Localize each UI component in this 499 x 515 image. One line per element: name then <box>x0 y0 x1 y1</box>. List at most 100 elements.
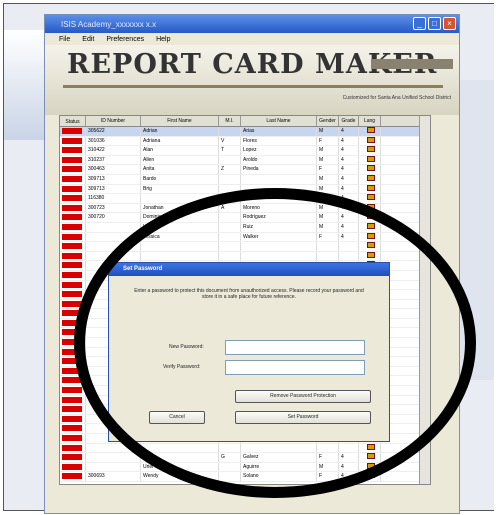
verify-password-input[interactable] <box>225 360 365 375</box>
language-flag-icon <box>366 136 375 143</box>
lang-cell <box>359 232 381 242</box>
mi-cell <box>219 462 241 472</box>
table-row[interactable]: Uriel Aguirre M 4 <box>60 462 430 473</box>
gender-cell: F <box>317 453 339 462</box>
col-id-number[interactable]: ID Number <box>86 116 141 126</box>
first-name-cell: Jessica <box>141 232 219 242</box>
status-cell <box>60 270 86 280</box>
table-row[interactable]: Sofia G Galvez F 4 <box>60 453 430 463</box>
status-flag-icon <box>62 348 82 355</box>
menu-file[interactable]: File <box>59 36 70 43</box>
table-row[interactable]: 300723 Jonathan A Moreno M 4 <box>60 203 430 214</box>
first-name-cell: Dominic <box>141 213 219 222</box>
col-mi[interactable]: M.I. <box>219 116 241 126</box>
lang-cell <box>359 194 381 203</box>
set-password-button[interactable]: Set Password <box>235 411 371 424</box>
status-cell <box>60 194 86 203</box>
table-row[interactable]: Hilaria Ruiz M 4 <box>60 222 430 233</box>
background-window-right <box>454 80 494 380</box>
menu-preferences[interactable]: Preferences <box>106 36 144 43</box>
language-flag-icon <box>366 194 375 201</box>
empty-cell <box>339 251 359 261</box>
table-header: Status ID Number First Name M.I. Last Na… <box>60 116 430 127</box>
status-cell <box>60 434 86 443</box>
language-flag-icon <box>366 174 375 181</box>
mi-cell <box>219 472 241 481</box>
mi-cell: Z <box>219 165 241 174</box>
lang-cell <box>359 203 381 213</box>
table-scrollbar[interactable] <box>419 116 430 484</box>
last-name-cell: Walker <box>241 232 317 242</box>
col-gender[interactable]: Gender <box>317 116 339 126</box>
table-row[interactable]: 309713 Bardo M 4 <box>60 174 430 185</box>
table-row[interactable] <box>60 242 430 252</box>
col-first-name[interactable]: First Name <box>141 116 219 126</box>
table-row[interactable]: 300463 Anita Z Pineda F 4 <box>60 165 430 175</box>
gender-cell: M <box>317 203 339 213</box>
table-row[interactable]: Jessica Walker F 4 <box>60 232 430 243</box>
grade-cell: 4 <box>339 232 359 242</box>
table-row[interactable]: 305622 Adrian Arias M 4 <box>60 127 430 137</box>
col-last-name[interactable]: Last Name <box>241 116 317 126</box>
table-row[interactable]: 300693 Wendy Solano F 4 <box>60 472 430 482</box>
col-lang[interactable]: Lang <box>359 116 381 126</box>
gender-cell: F <box>317 165 339 174</box>
table-row[interactable]: 309713 Brig M 4 <box>60 184 430 195</box>
last-name-cell: Solano <box>241 472 317 481</box>
status-flag-icon <box>62 185 82 192</box>
last-name-cell <box>241 184 317 194</box>
status-flag-icon <box>62 243 82 250</box>
col-status[interactable]: Status <box>60 116 86 126</box>
first-name-cell: Alan <box>141 146 219 155</box>
status-flag-icon <box>62 291 82 298</box>
language-flag-icon <box>366 453 375 460</box>
status-cell <box>60 184 86 194</box>
menu-help[interactable]: Help <box>156 36 170 43</box>
last-name-cell: Pineda <box>241 165 317 174</box>
table-row[interactable]: 116380 Silva M 4 <box>60 194 430 204</box>
table-row[interactable]: 300720 Dominic Rodriguez M 4 <box>60 213 430 223</box>
cancel-button[interactable]: Cancel <box>149 411 205 424</box>
close-button[interactable]: × <box>443 17 456 30</box>
status-cell <box>60 174 86 184</box>
empty-cell <box>219 251 241 261</box>
maximize-button[interactable]: □ <box>428 17 441 30</box>
id-cell: 116380 <box>86 194 141 203</box>
mi-cell <box>219 127 241 136</box>
menu-edit[interactable]: Edit <box>82 36 94 43</box>
col-grade[interactable]: Grade <box>339 116 359 126</box>
first-name-cell: Bardo <box>141 174 219 184</box>
empty-cell <box>339 242 359 251</box>
status-flag-icon <box>62 358 82 365</box>
background-window-left <box>4 30 44 140</box>
table-row[interactable] <box>60 443 430 454</box>
table-row[interactable]: 310237 Allen Aroldo M 4 <box>60 155 430 166</box>
id-cell: 310422 <box>86 146 141 155</box>
minimize-button[interactable]: _ <box>413 17 426 30</box>
grade-cell: 4 <box>339 146 359 155</box>
table-row[interactable] <box>60 251 430 262</box>
status-flag-icon <box>62 281 82 288</box>
status-cell <box>60 338 86 347</box>
mi-cell <box>219 222 241 232</box>
first-name-cell: Allen <box>141 155 219 165</box>
set-password-dialog: Set Password Enter a password to protect… <box>108 262 390 442</box>
status-cell <box>60 386 86 395</box>
last-name-cell: Ruiz <box>241 222 317 232</box>
table-row[interactable]: 310422 Alan T Lopez M 4 <box>60 146 430 156</box>
table-row[interactable]: 301036 Adriana V Flores F 4 <box>60 136 430 147</box>
last-name-cell: Lopez <box>241 146 317 155</box>
status-cell <box>60 251 86 261</box>
first-name-cell: Sofia <box>141 453 219 462</box>
mi-cell <box>219 194 241 203</box>
remove-password-button[interactable]: Remove Password Protection <box>235 390 371 403</box>
first-name-cell: Hilaria <box>141 222 219 232</box>
dialog-message: Enter a password to protect this documen… <box>134 288 364 300</box>
new-password-input[interactable] <box>225 340 365 355</box>
status-cell <box>60 462 86 472</box>
language-flag-icon <box>366 146 375 153</box>
gender-cell: F <box>317 232 339 242</box>
last-name-cell: Silva <box>241 194 317 203</box>
status-cell <box>60 318 86 328</box>
status-cell <box>60 242 86 251</box>
